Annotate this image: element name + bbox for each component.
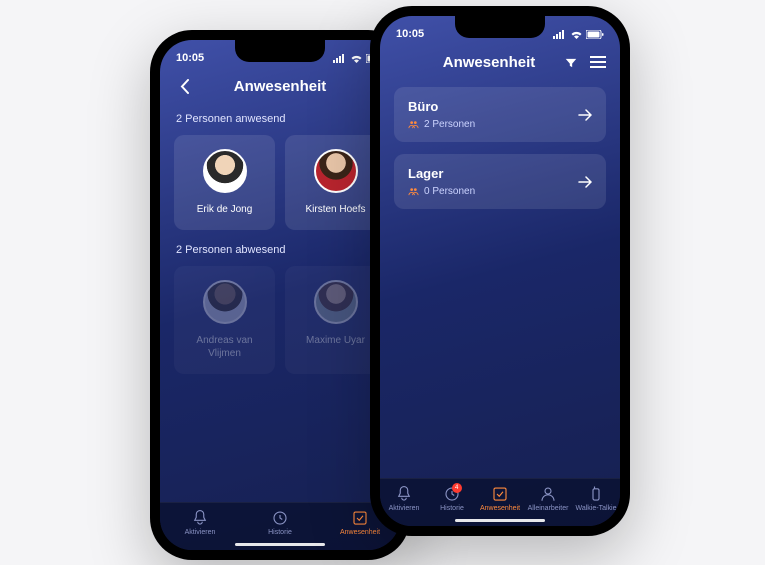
nav-label: Alleinarbeiter xyxy=(528,505,569,512)
header-actions xyxy=(564,56,606,70)
nav-item-aktivieren[interactable]: Aktivieren xyxy=(380,485,428,512)
screen-left: 10:05 Anwesenheit 2 Personen anwesend Er… xyxy=(160,40,400,550)
notification-badge: 4 xyxy=(452,483,462,493)
notch xyxy=(455,16,545,38)
person-card[interactable]: Erik de Jong xyxy=(174,135,275,230)
header: Anwesenheit xyxy=(160,68,400,105)
nav-item-aktivieren[interactable]: Aktivieren xyxy=(160,509,240,536)
nav-label: Historie xyxy=(268,529,292,536)
avatar xyxy=(314,149,358,193)
nav-label: Aktivieren xyxy=(389,505,420,512)
check-square-icon xyxy=(491,485,509,503)
location-name: Lager xyxy=(408,166,475,181)
location-count: 0 Personen xyxy=(408,186,475,197)
status-time: 10:05 xyxy=(396,28,424,40)
nav-label: Anwesenheit xyxy=(480,505,520,512)
location-count: 2 Personen xyxy=(408,119,475,130)
avatar xyxy=(203,280,247,324)
nav-label: Aktivieren xyxy=(185,529,216,536)
nav-label: Anwesenheit xyxy=(340,529,380,536)
history-icon xyxy=(271,509,289,527)
menu-icon[interactable] xyxy=(590,56,606,68)
present-section-label: 2 Personen anwesend xyxy=(174,113,386,125)
person-card[interactable]: Andreas van Vlijmen xyxy=(174,266,275,374)
status-time: 10:05 xyxy=(176,52,204,64)
location-info: Büro 2 Personen xyxy=(408,99,475,130)
avatar xyxy=(203,149,247,193)
nav-label: Walkie-Talkie xyxy=(576,505,617,512)
header: Anwesenheit xyxy=(380,44,620,81)
person-name: Maxime Uyar xyxy=(291,334,380,347)
absent-grid: Andreas van Vlijmen Maxime Uyar xyxy=(174,266,386,374)
nav-item-historie[interactable]: 4 Historie xyxy=(428,485,476,512)
location-card[interactable]: Büro 2 Personen xyxy=(394,87,606,142)
signal-icon xyxy=(553,30,567,39)
battery-icon xyxy=(586,30,604,39)
people-icon xyxy=(408,119,419,130)
arrow-right-icon xyxy=(578,109,592,121)
content: 2 Personen anwesend Erik de Jong Kirsten… xyxy=(160,113,400,374)
wifi-icon xyxy=(570,30,583,39)
nav-item-historie[interactable]: Historie xyxy=(240,509,320,536)
location-card[interactable]: Lager 0 Personen xyxy=(394,154,606,209)
avatar xyxy=(314,280,358,324)
nav-label: Historie xyxy=(440,505,464,512)
person-name: Kirsten Hoefs xyxy=(291,203,380,216)
wifi-icon xyxy=(350,54,363,63)
status-indicators xyxy=(553,30,604,39)
alert-icon xyxy=(191,509,209,527)
home-indicator[interactable] xyxy=(455,519,545,522)
nav-item-anwesenheit[interactable]: Anwesenheit xyxy=(476,485,524,512)
back-button[interactable] xyxy=(174,79,194,94)
alert-icon xyxy=(395,485,413,503)
filter-icon[interactable] xyxy=(564,56,578,70)
signal-icon xyxy=(333,54,347,63)
screen-right: 10:05 Anwesenheit Büro 2 Personen Lager … xyxy=(380,16,620,526)
content: Büro 2 Personen Lager 0 Personen xyxy=(380,81,620,209)
home-indicator[interactable] xyxy=(235,543,325,546)
absent-section-label: 2 Personen abwesend xyxy=(174,244,386,256)
nav-item-walkietalkie[interactable]: Walkie-Talkie xyxy=(572,485,620,512)
person-name: Erik de Jong xyxy=(180,203,269,216)
person-icon xyxy=(539,485,557,503)
arrow-right-icon xyxy=(578,176,592,188)
people-icon xyxy=(408,186,419,197)
chevron-left-icon xyxy=(180,79,189,94)
person-name: Andreas van Vlijmen xyxy=(180,334,269,360)
location-info: Lager 0 Personen xyxy=(408,166,475,197)
walkie-icon xyxy=(587,485,605,503)
nav-item-alleinarbeiter[interactable]: Alleinarbeiter xyxy=(524,485,572,512)
check-square-icon xyxy=(351,509,369,527)
page-title: Anwesenheit xyxy=(414,54,564,71)
phone-right: 10:05 Anwesenheit Büro 2 Personen Lager … xyxy=(370,6,630,536)
present-grid: Erik de Jong Kirsten Hoefs xyxy=(174,135,386,230)
location-name: Büro xyxy=(408,99,475,114)
notch xyxy=(235,40,325,62)
page-title: Anwesenheit xyxy=(194,78,366,95)
